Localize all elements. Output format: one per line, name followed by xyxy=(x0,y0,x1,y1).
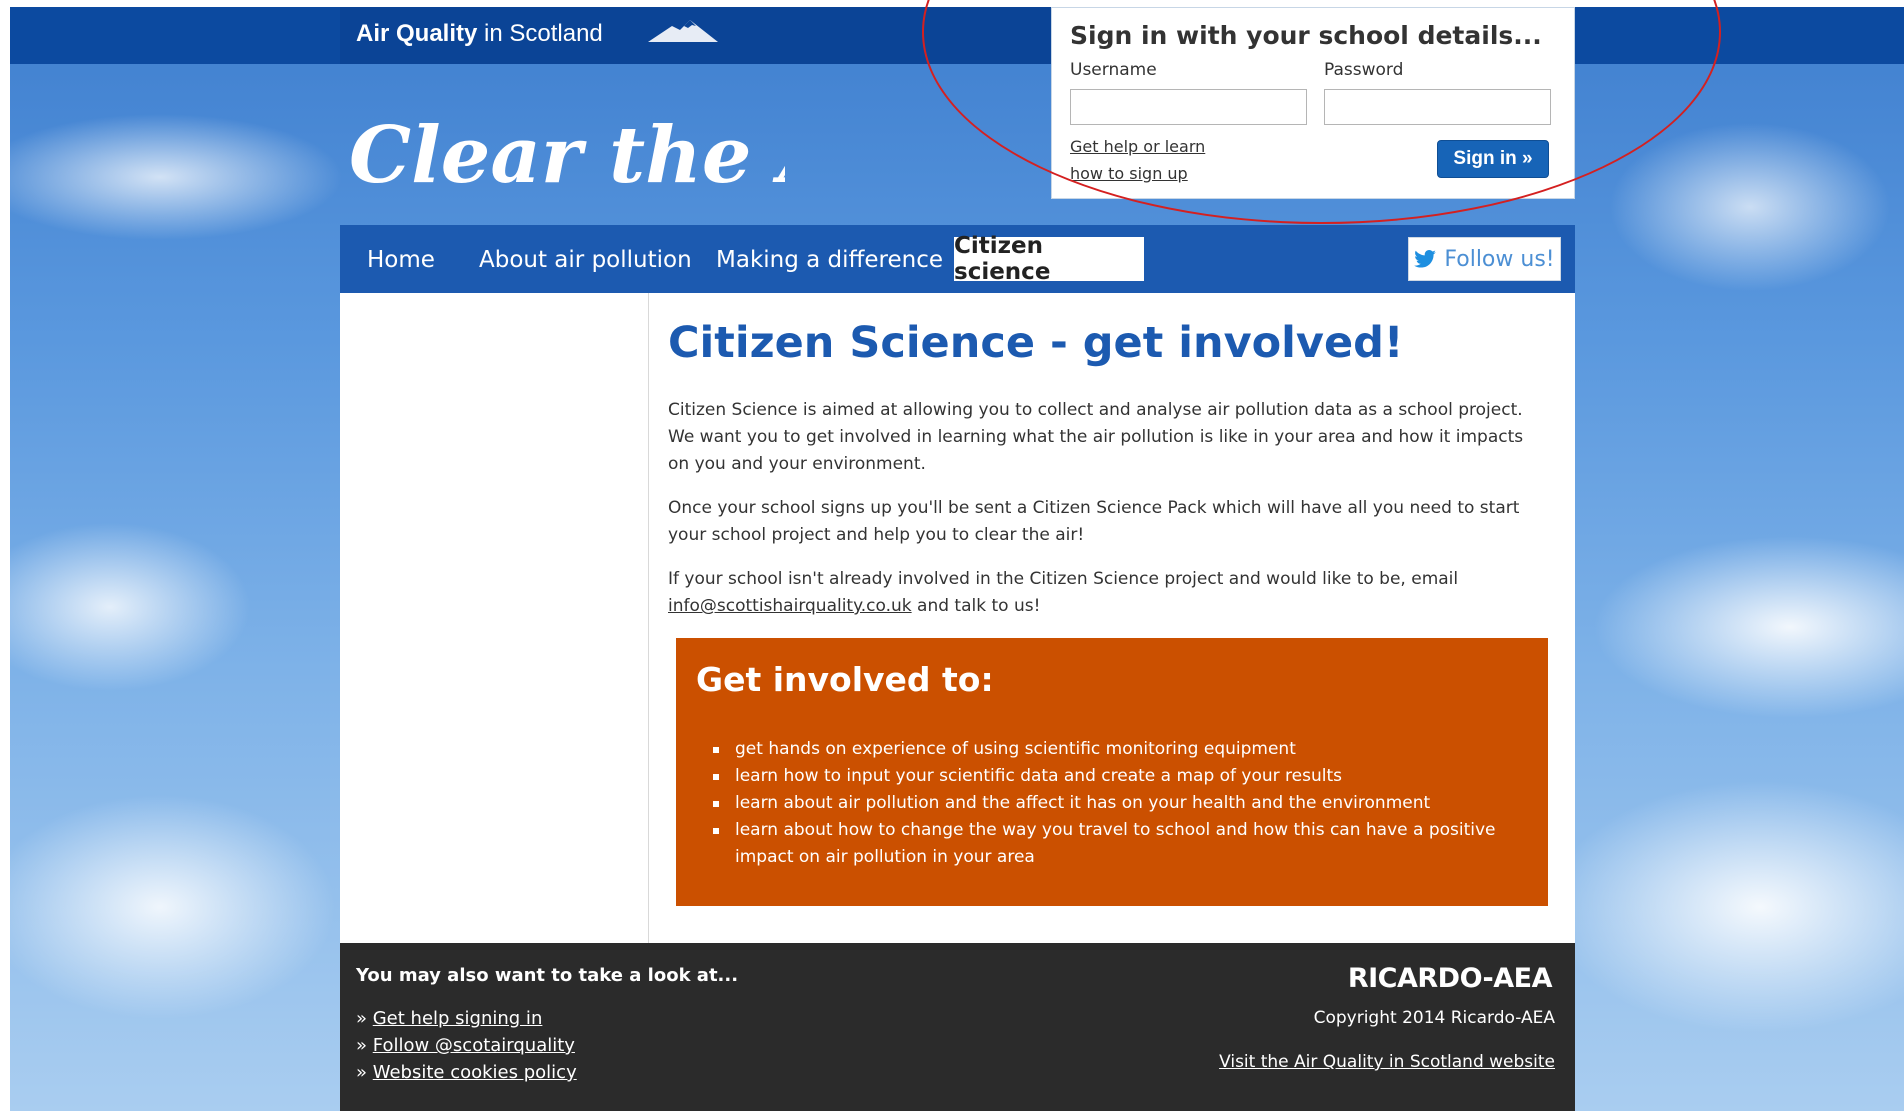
footer-links: » Get help signing in » Follow @scotairq… xyxy=(356,1008,577,1083)
brand-rest: in Scotland xyxy=(477,20,603,47)
page-title: Citizen Science - get involved! xyxy=(668,318,1404,368)
intro-paragraph: Citizen Science is aimed at allowing you… xyxy=(668,400,1524,474)
follow-us-button[interactable]: Follow us! xyxy=(1408,237,1561,281)
pack-paragraph: Once your school signs up you'll be sent… xyxy=(668,498,1520,545)
twitter-bird-icon xyxy=(1414,250,1437,268)
main-nav: Home About air pollution Making a differ… xyxy=(340,225,1575,293)
site-brand[interactable]: Air Quality in Scotland xyxy=(356,20,603,48)
copyright-text: Copyright 2014 Ricardo-AEA xyxy=(1313,1008,1555,1028)
email-link[interactable]: info@scottishairquality.co.uk xyxy=(668,596,912,616)
logo-text: Clear the Air xyxy=(349,110,785,201)
footer-link-follow[interactable]: Follow @scotairquality xyxy=(373,1035,575,1056)
brand-bold: Air Quality xyxy=(356,20,478,47)
list-item: learn how to input your scientific data … xyxy=(711,763,1511,790)
footer: You may also want to take a look at... »… xyxy=(340,943,1575,1111)
follow-label: Follow us! xyxy=(1444,246,1555,272)
list-item: learn about air pollution and the affect… xyxy=(711,790,1511,817)
sidebar-divider xyxy=(648,293,649,943)
get-involved-title: Get involved to: xyxy=(696,660,994,699)
nav-about-air-pollution[interactable]: About air pollution xyxy=(479,247,692,273)
nav-home[interactable]: Home xyxy=(367,247,435,273)
nav-making-a-difference[interactable]: Making a difference xyxy=(716,247,943,273)
mountain-icon xyxy=(648,20,718,42)
list-item: learn about how to change the way you tr… xyxy=(711,817,1511,871)
footer-link-help[interactable]: Get help signing in xyxy=(373,1008,543,1029)
footer-heading: You may also want to take a look at... xyxy=(356,965,739,986)
contact-paragraph: If your school isn't already involved in… xyxy=(668,566,1548,620)
clear-the-air-logo[interactable]: Clear the Air xyxy=(345,90,785,205)
contact-text-after: and talk to us! xyxy=(911,596,1041,616)
footer-link-cookies[interactable]: Website cookies policy xyxy=(373,1062,577,1083)
contact-text-before: If your school isn't already involved in… xyxy=(668,569,1459,589)
visit-website-link[interactable]: Visit the Air Quality in Scotland websit… xyxy=(1219,1052,1555,1072)
nav-citizen-science[interactable]: Citizen science xyxy=(954,233,1144,285)
get-involved-box: Get involved to: get hands on experience… xyxy=(676,638,1548,906)
list-item: get hands on experience of using scienti… xyxy=(711,736,1511,763)
ricardo-logo: RICARDO-AEA xyxy=(1347,963,1553,994)
get-involved-list: get hands on experience of using scienti… xyxy=(711,736,1511,871)
content-area: Citizen Science - get involved! Citizen … xyxy=(340,293,1575,943)
